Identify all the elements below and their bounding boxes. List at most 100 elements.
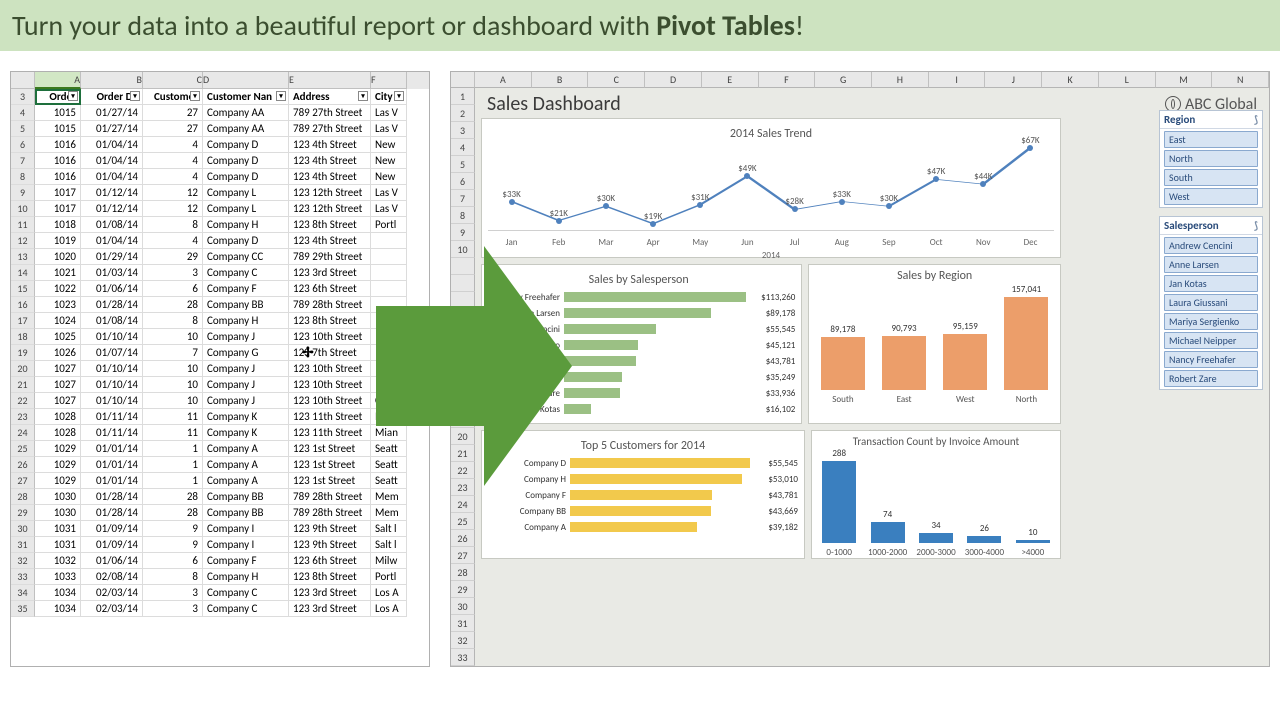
row-header[interactable]: 3 [451, 122, 475, 139]
row-header[interactable]: 30 [451, 598, 475, 615]
slicer-item[interactable]: Michael Neipper [1164, 332, 1258, 349]
row-header[interactable]: 27 [11, 473, 35, 489]
cell[interactable]: 1016 [35, 169, 81, 185]
cell[interactable]: 01/10/14 [81, 393, 143, 409]
region-slicer[interactable]: Region⟆ EastNorthSouthWest [1159, 110, 1263, 208]
cell[interactable]: 1027 [35, 393, 81, 409]
cell[interactable]: Las V [371, 185, 407, 201]
cell[interactable]: Company L [203, 185, 289, 201]
cell[interactable]: 7 [143, 345, 203, 361]
cell[interactable]: 1027 [35, 377, 81, 393]
cell[interactable]: 123 4th Street [289, 153, 371, 169]
cell[interactable]: 123 12th Street [289, 201, 371, 217]
cell[interactable]: 1025 [35, 329, 81, 345]
cell[interactable]: 01/01/14 [81, 441, 143, 457]
cell[interactable]: 123 10th Street [289, 361, 371, 377]
cell[interactable]: 1029 [35, 457, 81, 473]
row-header[interactable]: 28 [11, 489, 35, 505]
cell[interactable]: 01/09/14 [81, 537, 143, 553]
filter-dropdown-icon[interactable]: ▾ [68, 91, 78, 101]
cell[interactable]: 01/10/14 [81, 361, 143, 377]
histogram-chart[interactable]: Transaction Count by Invoice Amount 2880… [811, 430, 1061, 559]
cell[interactable]: 28 [143, 489, 203, 505]
slicer-item[interactable]: Mariya Sergienko [1164, 313, 1258, 330]
cell[interactable]: 10 [143, 361, 203, 377]
row-header[interactable]: 2 [451, 105, 475, 122]
column-header-I[interactable]: I [929, 72, 986, 88]
cell[interactable]: Mem [371, 489, 407, 505]
cell[interactable]: Portl [371, 569, 407, 585]
clear-filter-icon[interactable]: ⟆ [1254, 219, 1258, 232]
cell[interactable]: 123 1st Street [289, 457, 371, 473]
cell[interactable]: 1032 [35, 553, 81, 569]
cell[interactable]: Los A [371, 585, 407, 601]
cell[interactable] [371, 249, 407, 265]
row-header[interactable]: 21 [451, 445, 475, 462]
cell[interactable]: Seatt [371, 441, 407, 457]
column-header-G[interactable]: G [815, 72, 872, 88]
table-header-cell[interactable]: City▾ [371, 89, 407, 105]
row-header[interactable]: 33 [11, 569, 35, 585]
cell[interactable]: Company C [203, 585, 289, 601]
cell[interactable]: 1030 [35, 505, 81, 521]
row-header[interactable]: 24 [451, 496, 475, 513]
column-header-H[interactable]: H [872, 72, 929, 88]
cell[interactable]: 1031 [35, 521, 81, 537]
cell[interactable]: Company I [203, 521, 289, 537]
cell[interactable]: 1030 [35, 489, 81, 505]
row-header[interactable]: 32 [11, 553, 35, 569]
cell[interactable]: 28 [143, 505, 203, 521]
cell[interactable]: Company D [203, 137, 289, 153]
table-header-cell[interactable]: Order▾ [35, 89, 81, 105]
cell[interactable]: 123 10th Street [289, 329, 371, 345]
cell[interactable]: 01/28/14 [81, 505, 143, 521]
slicer-item[interactable]: West [1164, 188, 1258, 205]
row-header[interactable]: 28 [451, 564, 475, 581]
cell[interactable]: Company BB [203, 505, 289, 521]
cell[interactable]: Company BB [203, 489, 289, 505]
cell[interactable]: 27 [143, 105, 203, 121]
cell[interactable]: 123 8th Street [289, 217, 371, 233]
cell[interactable]: Company J [203, 361, 289, 377]
filter-dropdown-icon[interactable]: ▾ [394, 91, 404, 101]
cell[interactable]: Seatt [371, 457, 407, 473]
cell[interactable]: 1016 [35, 153, 81, 169]
cell[interactable]: 01/12/14 [81, 201, 143, 217]
row-header[interactable]: 8 [11, 169, 35, 185]
row-header[interactable] [451, 258, 475, 275]
row-header[interactable]: 30 [11, 521, 35, 537]
row-header[interactable]: 35 [11, 601, 35, 617]
cell[interactable]: Company J [203, 377, 289, 393]
cell[interactable]: New [371, 137, 407, 153]
cell[interactable]: Company AA [203, 105, 289, 121]
row-header[interactable]: 5 [451, 156, 475, 173]
cell[interactable]: 123 9th Street [289, 537, 371, 553]
cell[interactable]: 1 [143, 457, 203, 473]
cell[interactable]: Seatt [371, 473, 407, 489]
row-header[interactable]: 6 [451, 173, 475, 190]
cell[interactable]: 6 [143, 281, 203, 297]
cell[interactable]: 01/28/14 [81, 489, 143, 505]
cell[interactable]: Company I [203, 537, 289, 553]
column-header-D[interactable]: D [645, 72, 702, 88]
cell[interactable]: Company D [203, 153, 289, 169]
row-header[interactable]: 15 [11, 281, 35, 297]
cell[interactable]: 29 [143, 249, 203, 265]
cell[interactable] [371, 265, 407, 281]
row-header[interactable]: 32 [451, 632, 475, 649]
cell[interactable]: 123 1st Street [289, 441, 371, 457]
cell[interactable]: 1015 [35, 105, 81, 121]
cell[interactable]: 3 [143, 585, 203, 601]
row-header[interactable]: 4 [451, 139, 475, 156]
cell[interactable]: Salt l [371, 521, 407, 537]
cell[interactable]: 789 29th Street [289, 249, 371, 265]
cell[interactable]: 8 [143, 569, 203, 585]
row-header[interactable]: 29 [11, 505, 35, 521]
row-header[interactable]: 10 [11, 201, 35, 217]
cell[interactable]: Company C [203, 265, 289, 281]
cell[interactable]: 123 9th Street [289, 521, 371, 537]
cell[interactable]: Las V [371, 121, 407, 137]
slicer-item[interactable]: Jan Kotas [1164, 275, 1258, 292]
cell[interactable]: 01/04/14 [81, 153, 143, 169]
cell[interactable]: 789 27th Street [289, 105, 371, 121]
